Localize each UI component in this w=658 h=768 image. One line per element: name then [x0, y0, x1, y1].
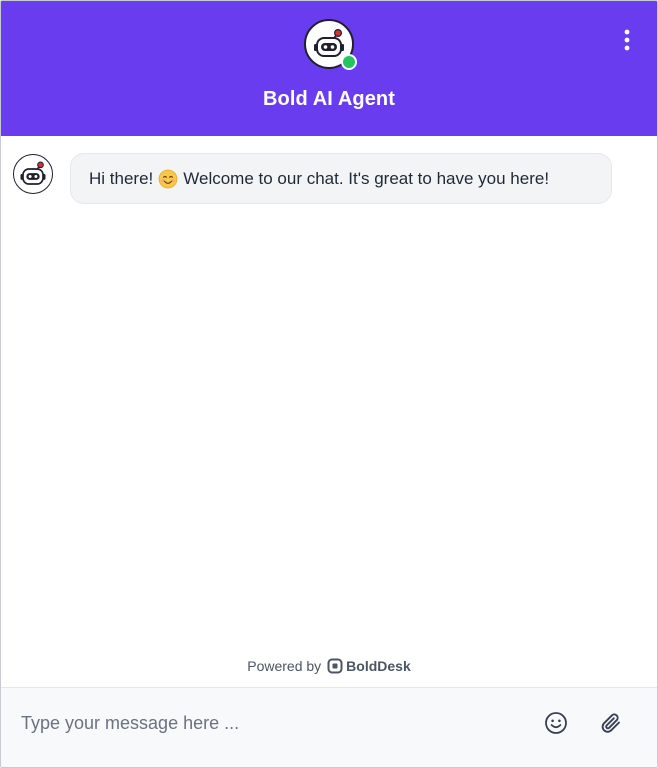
online-status-indicator [341, 54, 357, 70]
message-text-greeting: Hi there! [89, 168, 154, 188]
message-text-welcome: Welcome to our chat. It's great to have … [183, 168, 550, 188]
bolddesk-brand-link[interactable]: BoldDesk [327, 658, 411, 674]
bot-avatar-robot-icon [13, 154, 53, 194]
bot-message-bubble: Hi there! Welcome to our chat. It's grea… [70, 153, 612, 204]
powered-by-label: Powered by [247, 658, 322, 674]
brand-name: BoldDesk [346, 658, 411, 674]
powered-by-footer: Powered by BoldDesk [1, 658, 657, 674]
bolddesk-logo-icon [327, 658, 343, 674]
message-input[interactable] [21, 706, 521, 740]
paperclip-icon[interactable] [596, 708, 626, 738]
message-list: Hi there! Welcome to our chat. It's grea… [1, 136, 657, 686]
more-vertical-icon[interactable] [615, 25, 639, 55]
smiling-face-emoji-icon [158, 169, 178, 189]
agent-name-title: Bold AI Agent [262, 88, 396, 110]
emoji-icon[interactable] [541, 708, 571, 738]
chat-header: Bold AI Agent [1, 1, 657, 136]
chat-widget: Bold AI Agent Hi there! Welcome to our c… [0, 0, 658, 768]
message-composer [1, 687, 657, 767]
